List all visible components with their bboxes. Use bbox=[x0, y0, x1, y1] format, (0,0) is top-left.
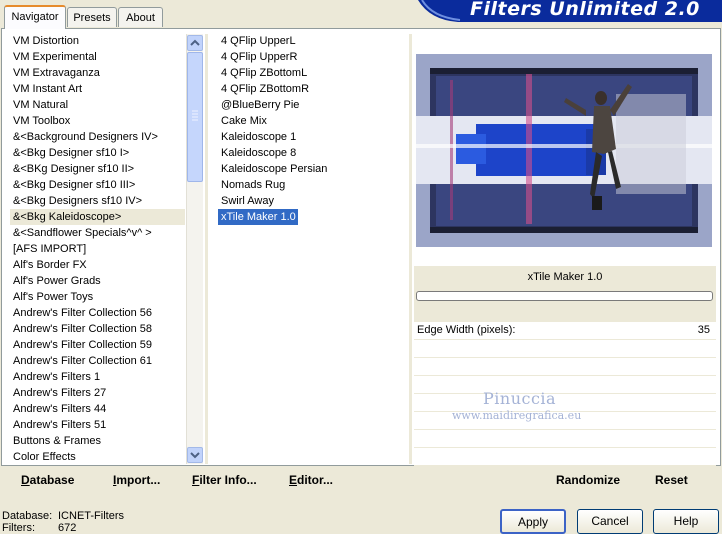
filter-item[interactable]: Kaleidoscope 8 bbox=[218, 145, 403, 161]
category-item[interactable]: VM Experimental bbox=[10, 49, 185, 65]
category-item[interactable]: &<Bkg Designers sf10 IV> bbox=[10, 193, 185, 209]
status-filters-label: Filters: bbox=[2, 522, 35, 534]
category-scrollbar[interactable] bbox=[186, 34, 203, 464]
filter-item[interactable]: Swirl Away bbox=[218, 193, 403, 209]
filter-item[interactable]: Kaleidoscope 1 bbox=[218, 129, 403, 145]
category-item[interactable]: VM Distortion bbox=[10, 33, 185, 49]
scroll-thumb[interactable] bbox=[187, 52, 203, 182]
category-item[interactable]: Alf's Power Toys bbox=[10, 289, 185, 305]
tab-about[interactable]: About bbox=[118, 7, 163, 27]
filter-item[interactable]: 4 QFlip ZBottomL bbox=[218, 65, 403, 81]
category-item[interactable]: Alf's Power Grads bbox=[10, 273, 185, 289]
database-button[interactable]: Database bbox=[21, 473, 74, 487]
filter-list[interactable]: 4 QFlip UpperL 4 QFlip UpperR 4 QFlip ZBot… bbox=[218, 33, 403, 225]
scroll-up-button[interactable] bbox=[187, 35, 203, 51]
category-item[interactable]: VM Toolbox bbox=[10, 113, 185, 129]
progress-bar bbox=[416, 291, 713, 301]
filter-info-button[interactable]: Filter Info... bbox=[192, 473, 257, 487]
parameter-value: 35 bbox=[697, 324, 710, 336]
reset-button[interactable]: Reset bbox=[655, 473, 688, 487]
kaleidoscope-preview bbox=[416, 54, 712, 247]
category-item[interactable]: Alf's Border FX bbox=[10, 257, 185, 273]
import-button[interactable]: Import... bbox=[113, 473, 160, 487]
category-item[interactable]: [AFS IMPORT] bbox=[10, 241, 185, 257]
parameter-row-empty bbox=[414, 340, 716, 358]
panel-divider bbox=[409, 34, 412, 464]
category-item[interactable]: Andrew's Filter Collection 58 bbox=[10, 321, 185, 337]
preview-image bbox=[416, 54, 712, 247]
parameter-row-empty bbox=[414, 430, 716, 448]
category-item[interactable]: &<Sandflower Specials^v^ > bbox=[10, 225, 185, 241]
app-title: Filters Unlimited 2.0 bbox=[470, 0, 700, 20]
category-item[interactable]: VM Instant Art bbox=[10, 81, 185, 97]
category-item[interactable]: &<BKg Designer sf10 II> bbox=[10, 161, 185, 177]
editor-button[interactable]: Editor... bbox=[289, 473, 333, 487]
cancel-button[interactable]: Cancel bbox=[577, 509, 643, 534]
chevron-down-icon bbox=[190, 452, 200, 459]
filter-item[interactable]: Cake Mix bbox=[218, 113, 403, 129]
category-item[interactable]: Andrew's Filter Collection 61 bbox=[10, 353, 185, 369]
category-item[interactable]: Andrew's Filter Collection 59 bbox=[10, 337, 185, 353]
filter-item[interactable]: 4 QFlip UpperR bbox=[218, 49, 403, 65]
scroll-down-button[interactable] bbox=[187, 447, 203, 463]
category-item[interactable]: Andrew's Filters 27 bbox=[10, 385, 185, 401]
category-item[interactable]: &<Bkg Designer sf10 III> bbox=[10, 177, 185, 193]
panel-divider bbox=[205, 34, 208, 464]
parameter-area: Edge Width (pixels): 35 bbox=[414, 322, 716, 466]
filter-item[interactable]: Nomads Rug bbox=[218, 177, 403, 193]
category-item[interactable]: Andrew's Filters 44 bbox=[10, 401, 185, 417]
tab-navigator[interactable]: Navigator bbox=[4, 5, 66, 29]
tab-presets[interactable]: Presets bbox=[67, 7, 117, 27]
category-item[interactable]: VM Natural bbox=[10, 97, 185, 113]
randomize-button[interactable]: Randomize bbox=[556, 473, 620, 487]
parameter-row-empty bbox=[414, 448, 716, 466]
parameter-row-empty bbox=[414, 376, 716, 394]
filter-item[interactable]: @BlueBerry Pie bbox=[218, 97, 403, 113]
grip-icon bbox=[192, 110, 198, 121]
filter-item[interactable]: xTile Maker 1.0 bbox=[218, 209, 298, 225]
filter-item[interactable]: Kaleidoscope Persian bbox=[218, 161, 403, 177]
watermark-url: www.maidiregrafica.eu bbox=[452, 409, 582, 422]
category-item[interactable]: &<Bkg Designer sf10 I> bbox=[10, 145, 185, 161]
parameter-row-empty bbox=[414, 358, 716, 376]
parameter-row[interactable]: Edge Width (pixels): 35 bbox=[414, 322, 716, 340]
category-list[interactable]: VM Distortion VM Experimental VM Extravaga… bbox=[10, 33, 185, 465]
filter-item[interactable]: 4 QFlip ZBottomR bbox=[218, 81, 403, 97]
status-database-label: Database: bbox=[2, 510, 53, 522]
chevron-up-icon bbox=[190, 39, 200, 46]
help-button[interactable]: Help bbox=[653, 509, 719, 534]
selected-filter-title: xTile Maker 1.0 bbox=[527, 271, 603, 283]
status-filters-value: 672 bbox=[58, 522, 77, 534]
category-item[interactable]: Andrew's Filter Collection 56 bbox=[10, 305, 185, 321]
category-item[interactable]: VM Extravaganza bbox=[10, 65, 185, 81]
status-database-value: ICNET-Filters bbox=[58, 510, 124, 522]
apply-button[interactable]: Apply bbox=[500, 509, 566, 534]
parameter-label: Edge Width (pixels): bbox=[417, 324, 516, 336]
category-item[interactable]: Buttons & Frames bbox=[10, 433, 185, 449]
category-item[interactable]: Color Effects bbox=[10, 449, 185, 465]
category-item[interactable]: Andrew's Filters 51 bbox=[10, 417, 185, 433]
watermark-name: Pinuccia bbox=[483, 389, 557, 408]
filter-item[interactable]: 4 QFlip UpperL bbox=[218, 33, 403, 49]
category-item[interactable]: Andrew's Filters 1 bbox=[10, 369, 185, 385]
category-item[interactable]: &<Background Designers IV> bbox=[10, 129, 185, 145]
category-item[interactable]: &<Bkg Kaleidoscope> bbox=[10, 209, 185, 225]
